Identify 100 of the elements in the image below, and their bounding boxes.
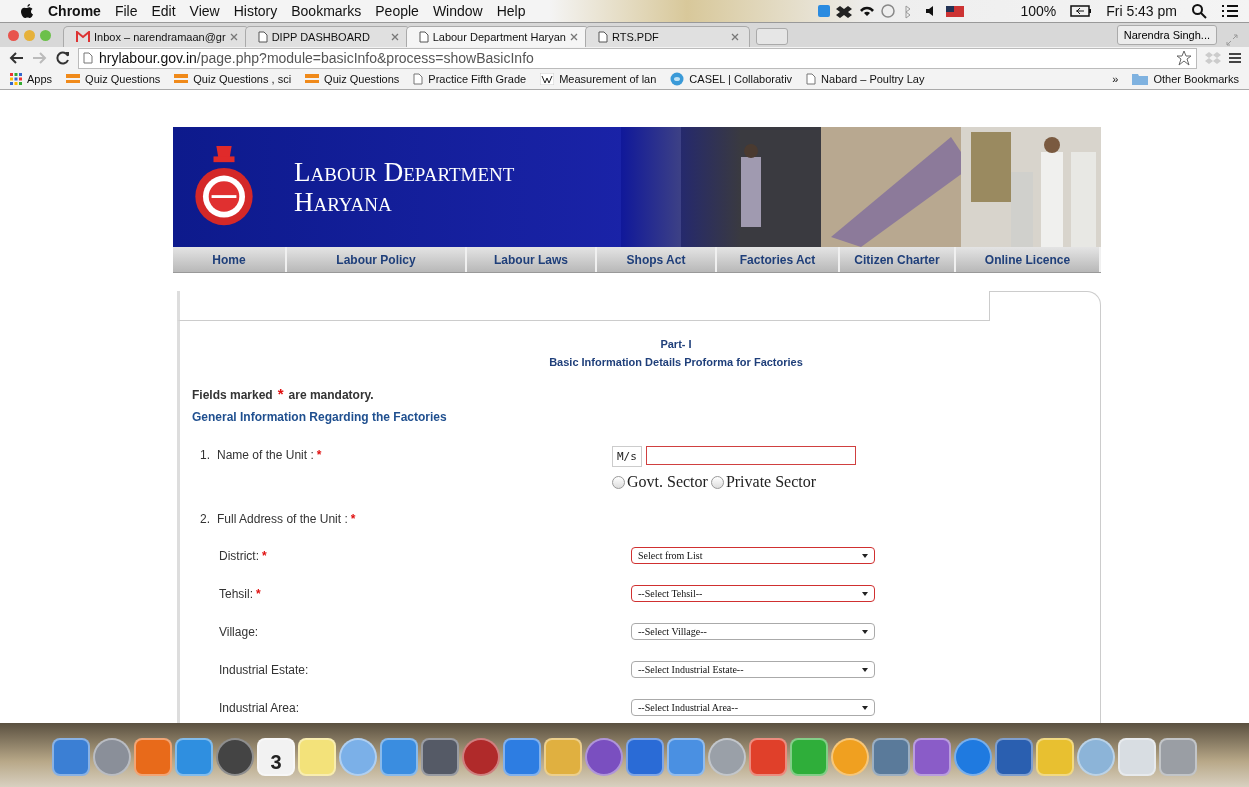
select-dropdown[interactable]: --Select Village-- bbox=[631, 623, 875, 640]
field-number: 2. bbox=[200, 512, 210, 526]
field-label: Full Address of the Unit : bbox=[217, 512, 348, 526]
menu-item[interactable]: People bbox=[375, 3, 419, 19]
nav-link[interactable]: Factories Act bbox=[717, 247, 840, 272]
page-icon bbox=[418, 31, 429, 43]
app-icon[interactable] bbox=[216, 738, 254, 776]
field-label: Industrial Estate: bbox=[219, 663, 309, 677]
more-bookmarks-button[interactable]: » bbox=[1112, 73, 1119, 85]
nav-link[interactable]: Citizen Charter bbox=[840, 247, 956, 272]
menu-item[interactable]: File bbox=[114, 3, 138, 19]
back-icon[interactable] bbox=[8, 51, 24, 65]
list-icon[interactable] bbox=[1221, 4, 1239, 18]
prefix-label: M/s bbox=[612, 446, 642, 467]
bookmark[interactable]: Quiz Questions , sci bbox=[174, 73, 292, 85]
radio-option[interactable]: Private Sector bbox=[710, 473, 817, 491]
field-label: Tehsil: bbox=[219, 587, 253, 601]
page-icon bbox=[257, 31, 268, 43]
app-icon[interactable] bbox=[831, 738, 869, 776]
app-icon[interactable] bbox=[421, 738, 459, 776]
field-label: Industrial Area: bbox=[219, 701, 300, 715]
reload-icon[interactable] bbox=[56, 51, 70, 65]
mandatory-note: Fields marked bbox=[192, 388, 273, 402]
site-title: Haryana bbox=[294, 187, 392, 217]
bookmark[interactable]: Practice Fifth Grade bbox=[413, 73, 527, 85]
section-heading: General Information Regarding the Factories bbox=[192, 410, 448, 424]
menu-item[interactable]: Bookmarks bbox=[291, 3, 362, 19]
close-icon[interactable] bbox=[229, 33, 238, 41]
field-label: Name of the Unit : bbox=[217, 448, 314, 462]
menu-item[interactable]: History bbox=[233, 3, 278, 19]
apps-grid-icon bbox=[10, 73, 22, 85]
nav-link[interactable]: Labour Policy bbox=[287, 247, 467, 272]
menu-item[interactable]: Chrome bbox=[48, 3, 101, 19]
field-label: Village: bbox=[219, 625, 259, 639]
app-icon[interactable] bbox=[339, 738, 377, 776]
app-icon[interactable] bbox=[93, 738, 131, 776]
nav-link[interactable]: Shops Act bbox=[597, 247, 717, 272]
select-dropdown[interactable]: --Select Tehsil-- bbox=[631, 585, 875, 602]
close-icon[interactable] bbox=[569, 33, 578, 41]
page-icon bbox=[83, 52, 93, 64]
required-mark: * bbox=[316, 448, 322, 462]
menu-item[interactable]: Help bbox=[496, 3, 526, 19]
app-icon[interactable] bbox=[585, 738, 623, 776]
menu-item[interactable]: View bbox=[189, 3, 220, 19]
select-dropdown[interactable]: --Select Industrial Estate-- bbox=[631, 661, 875, 678]
app-icon[interactable] bbox=[913, 738, 951, 776]
app-icon[interactable] bbox=[462, 738, 500, 776]
folder-icon bbox=[1132, 73, 1149, 85]
battery-percent: 100% bbox=[1020, 3, 1057, 19]
apple-icon[interactable] bbox=[20, 3, 34, 19]
bookmark[interactable]: Nabard – Poultry Lay bbox=[806, 73, 925, 85]
menu-item[interactable]: Edit bbox=[151, 3, 176, 19]
menu-item[interactable]: Window bbox=[432, 3, 483, 19]
select-dropdown[interactable]: --Select Industrial Area-- bbox=[631, 699, 875, 716]
required-mark: * bbox=[277, 385, 284, 402]
profile-button[interactable]: Narendra Singh... bbox=[1116, 25, 1217, 45]
app-icon[interactable] bbox=[708, 738, 746, 776]
input-field[interactable] bbox=[645, 446, 856, 465]
address-bar[interactable]: hrylabour.gov.in/page.php?module=basicInfo&process=showBasicInfo bbox=[78, 47, 1197, 69]
required-mark: * bbox=[262, 549, 267, 563]
star-icon[interactable] bbox=[1176, 50, 1192, 66]
bars-icon bbox=[174, 74, 189, 84]
field-label: District: bbox=[219, 549, 259, 563]
app-icon[interactable] bbox=[995, 738, 1033, 776]
battery-icon[interactable] bbox=[1070, 5, 1093, 17]
select-dropdown[interactable]: Select from List bbox=[631, 547, 875, 564]
nav-link[interactable]: Home bbox=[173, 247, 287, 272]
bookmark-folder[interactable]: Other Bookmarks bbox=[1132, 73, 1239, 85]
page-icon bbox=[597, 31, 608, 43]
nav-link[interactable]: Labour Laws bbox=[467, 247, 597, 272]
bookmark[interactable]: Measurement of lan bbox=[540, 73, 657, 85]
app-icon[interactable]: 3 bbox=[257, 738, 295, 776]
search-icon[interactable] bbox=[1191, 3, 1207, 19]
app-icon[interactable] bbox=[954, 738, 992, 776]
nav-link[interactable]: Online Licence bbox=[956, 247, 1101, 272]
close-icon[interactable] bbox=[730, 33, 739, 41]
menu-icon[interactable] bbox=[1229, 52, 1241, 64]
wiki-icon bbox=[540, 73, 555, 85]
dropbox-icon[interactable] bbox=[1205, 51, 1221, 65]
app-icon[interactable] bbox=[626, 738, 664, 776]
form-title: Basic Information Details Proforma for Factories bbox=[549, 355, 803, 370]
page-icon bbox=[413, 73, 424, 85]
mail-icon bbox=[76, 31, 90, 43]
radio-option[interactable]: Govt. Sector bbox=[612, 473, 708, 491]
bookmark[interactable]: Quiz Questions bbox=[66, 73, 161, 85]
bars-icon bbox=[66, 74, 81, 84]
close-icon[interactable] bbox=[390, 33, 399, 41]
bookmark[interactable]: CASEL | Collaborativ bbox=[670, 72, 793, 86]
field-number: 1. bbox=[200, 448, 210, 462]
bookmark[interactable]: Quiz Questions bbox=[305, 73, 400, 85]
new-tab-button[interactable] bbox=[755, 28, 788, 45]
clock[interactable]: Fri 5:43 pm bbox=[1106, 3, 1177, 19]
fullscreen-icon[interactable] bbox=[1225, 33, 1239, 47]
window-controls-drawing[interactable] bbox=[8, 29, 51, 41]
globe-icon bbox=[670, 72, 685, 86]
app-icon[interactable] bbox=[1077, 738, 1115, 776]
bookmark[interactable]: Apps bbox=[10, 73, 53, 85]
form-part: Part- I bbox=[660, 337, 692, 352]
forward-icon[interactable] bbox=[32, 51, 48, 65]
browser-tab[interactable]: RTS.PDF bbox=[584, 26, 750, 47]
